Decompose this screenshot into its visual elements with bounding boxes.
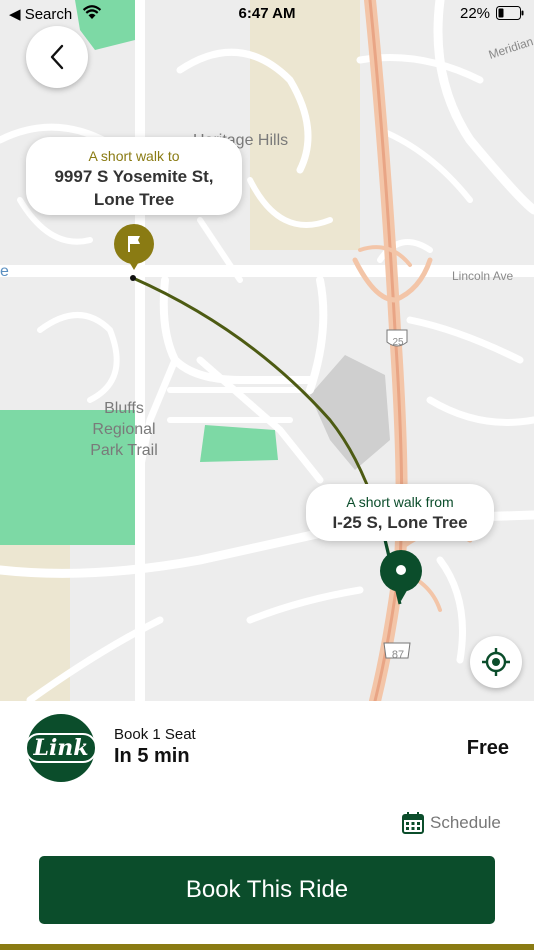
origin-address: I-25 S, Lone Tree bbox=[332, 513, 468, 532]
battery-icon bbox=[496, 6, 524, 20]
recenter-location-button[interactable] bbox=[470, 636, 522, 688]
schedule-label: Schedule bbox=[430, 813, 501, 832]
back-button[interactable] bbox=[26, 26, 88, 88]
us-route-shield-label: 87 bbox=[391, 649, 405, 661]
map-label-lincoln-ave: Lincoln Ave bbox=[452, 269, 514, 283]
book-this-ride-button[interactable]: Book This Ride bbox=[39, 856, 495, 924]
map-label-bluffs-park: Bluffs Regional Park Trail bbox=[90, 400, 158, 459]
eta-label: In 5 min bbox=[114, 745, 190, 767]
destination-callout[interactable]: A short walk to 9997 S Yosemite St, Lone… bbox=[26, 137, 242, 215]
origin-callout[interactable]: A short walk from I-25 S, Lone Tree bbox=[306, 484, 494, 541]
status-bar: ◀ Search 6:47 AM 22% bbox=[0, 0, 534, 28]
link-logo-text: Link bbox=[25, 733, 97, 763]
link-logo: Link bbox=[25, 714, 97, 782]
chevron-left-icon bbox=[50, 44, 64, 70]
map-base bbox=[0, 0, 534, 701]
destination-subtitle: A short walk to bbox=[88, 148, 180, 164]
bottom-accent-bar bbox=[0, 944, 534, 950]
calendar-icon bbox=[402, 812, 424, 834]
destination-flag-pin-icon[interactable] bbox=[112, 224, 156, 270]
interstate-shield-label: 25 bbox=[392, 337, 404, 348]
crosshair-icon bbox=[482, 648, 510, 676]
clock: 6:47 AM bbox=[238, 5, 296, 22]
battery-percent: 22% bbox=[460, 5, 491, 22]
map-view[interactable]: 25 87 Heritage Hills Meridian Lincoln Av… bbox=[0, 0, 534, 701]
price-label: Free bbox=[466, 737, 509, 759]
map-label-edge: e bbox=[0, 263, 9, 280]
origin-location-pin-icon[interactable] bbox=[379, 549, 423, 605]
destination-address-line2: Lone Tree bbox=[93, 190, 175, 209]
destination-address-line1: 9997 S Yosemite St, bbox=[54, 167, 214, 186]
schedule-button[interactable]: Schedule bbox=[402, 812, 501, 834]
book-seat-label: Book 1 Seat bbox=[114, 726, 196, 743]
park-area bbox=[200, 425, 278, 462]
origin-subtitle: A short walk from bbox=[346, 494, 454, 510]
